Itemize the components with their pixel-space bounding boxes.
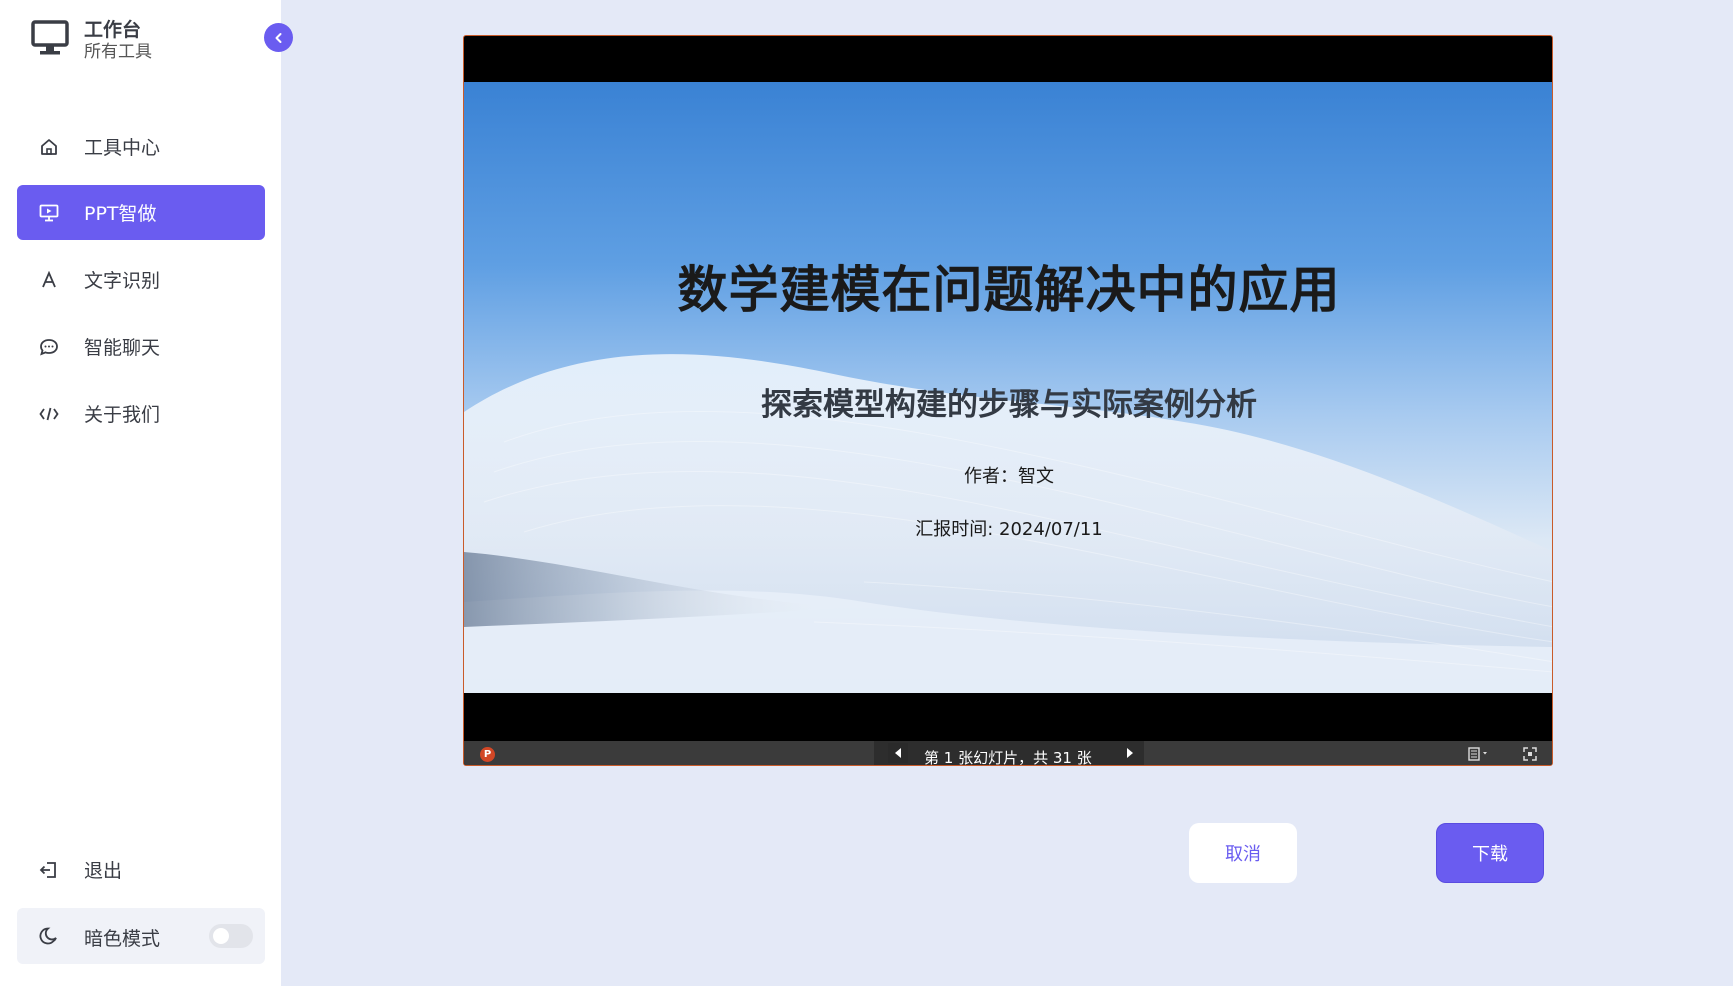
brand-subtitle: 所有工具: [84, 42, 152, 62]
collapse-sidebar-button[interactable]: [264, 23, 293, 52]
sidebar-item-chat[interactable]: 智能聊天: [17, 319, 265, 374]
sidebar-item-label: 智能聊天: [84, 337, 161, 359]
slide-preview: 数学建模在问题解决中的应用 探索模型构建的步骤与实际案例分析 作者：智文 汇报时…: [464, 82, 1552, 693]
chat-bubble-icon: [39, 337, 59, 357]
sidebar: 工作台 所有工具 工具中心 PPT智做 文字识别 智能聊天 关于我们 退出 暗色…: [0, 0, 281, 986]
viewer-toolbar: P 第 1 张幻灯片，共 31 张: [464, 741, 1552, 766]
dark-mode-toggle[interactable]: [209, 924, 253, 948]
moon-icon: [39, 926, 59, 950]
triangle-left-icon: [895, 748, 901, 758]
download-button[interactable]: 下载: [1436, 823, 1544, 883]
sidebar-item-label: 关于我们: [84, 404, 161, 426]
brand-title: 工作台: [84, 19, 142, 41]
previous-slide-button[interactable]: [888, 743, 908, 763]
dark-mode-row: 暗色模式: [17, 908, 265, 964]
slide-title: 数学建模在问题解决中的应用: [677, 261, 1341, 319]
logout-label: 退出: [84, 860, 123, 882]
home-icon: [39, 137, 59, 157]
sidebar-item-label: 文字识别: [84, 270, 161, 292]
triangle-right-icon: [1127, 748, 1133, 758]
sidebar-item-label: PPT智做: [84, 203, 157, 225]
code-icon: [39, 404, 59, 424]
notes-menu-button[interactable]: [1467, 746, 1491, 762]
slide-subtitle: 探索模型构建的步骤与实际案例分析: [761, 387, 1257, 423]
presentation-icon: [39, 203, 59, 223]
logout-button[interactable]: 退出: [17, 842, 265, 897]
logout-icon: [39, 860, 59, 880]
sidebar-item-about[interactable]: 关于我们: [17, 386, 265, 441]
monitor-icon: [31, 20, 69, 55]
slide-author: 作者：智文: [964, 466, 1054, 487]
sidebar-item-label: 工具中心: [84, 137, 161, 159]
sidebar-item-tool-center[interactable]: 工具中心: [17, 119, 265, 174]
fullscreen-icon: [1523, 747, 1537, 761]
next-slide-button[interactable]: [1120, 743, 1140, 763]
cancel-button[interactable]: 取消: [1189, 823, 1297, 883]
slide-date: 汇报时间: 2024/07/11: [915, 519, 1103, 540]
notes-icon: [1468, 747, 1487, 761]
powerpoint-icon: P: [480, 747, 495, 762]
slide-counter: 第 1 张幻灯片，共 31 张: [924, 749, 1092, 766]
toggle-knob: [213, 928, 229, 944]
chevron-left-icon: [275, 32, 281, 43]
sidebar-item-ocr[interactable]: 文字识别: [17, 252, 265, 307]
text-a-icon: [39, 270, 59, 290]
dark-mode-label: 暗色模式: [84, 928, 161, 950]
sidebar-item-ppt[interactable]: PPT智做: [17, 185, 265, 240]
fullscreen-button[interactable]: [1522, 746, 1538, 762]
ppt-viewer: 数学建模在问题解决中的应用 探索模型构建的步骤与实际案例分析 作者：智文 汇报时…: [463, 35, 1553, 766]
brand: 工作台 所有工具: [31, 18, 261, 68]
